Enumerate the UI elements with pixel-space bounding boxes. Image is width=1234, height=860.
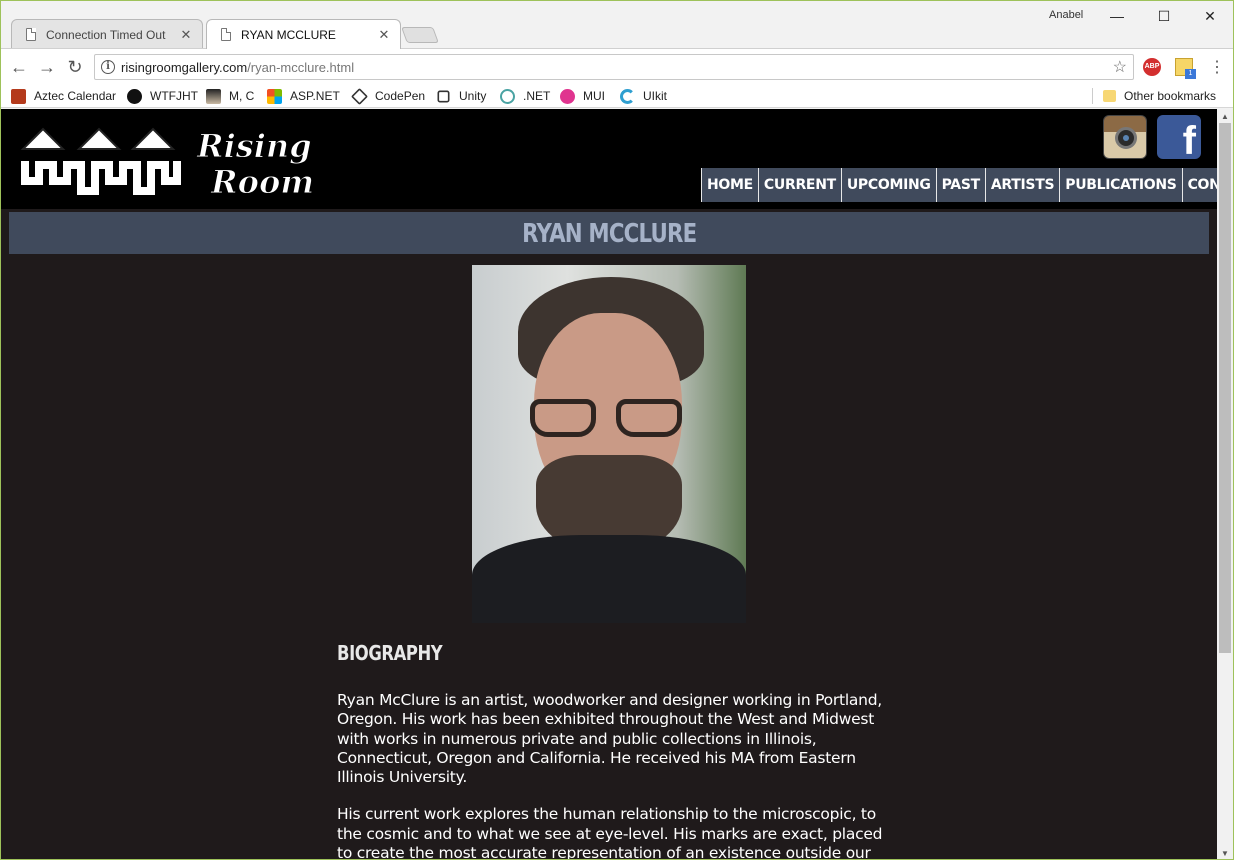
reload-icon[interactable]: ↻ bbox=[63, 55, 87, 79]
bookmark-mui[interactable]: MUI bbox=[560, 87, 605, 105]
bookmark-label: M, C bbox=[229, 89, 255, 103]
browser-toolbar: ← → ↻ i risingroomgallery.com/ryan-mcclu… bbox=[1, 48, 1233, 84]
page-icon bbox=[221, 28, 231, 41]
bookmark-label: .NET bbox=[523, 89, 551, 103]
bookmark-label: WTFJHT bbox=[150, 89, 198, 103]
bookmark-wtfjht[interactable]: WTFJHT bbox=[127, 87, 198, 105]
folder-icon bbox=[1103, 90, 1116, 102]
nav-past[interactable]: PAST bbox=[935, 168, 985, 202]
logo-word-rising: Rising bbox=[196, 127, 312, 165]
bookmark-codepen[interactable]: CodePen bbox=[351, 87, 426, 105]
minimize-icon[interactable]: — bbox=[1102, 5, 1132, 27]
dotnet-icon bbox=[500, 88, 515, 104]
nav-artists[interactable]: ARTISTS bbox=[984, 168, 1060, 202]
bookmarks-separator bbox=[1092, 88, 1093, 104]
rising-room-wordmark[interactable]: Rising Room bbox=[191, 119, 321, 209]
biography-heading: BIOGRAPHY bbox=[337, 641, 443, 665]
mc-icon bbox=[206, 88, 221, 104]
logo-word-room: Room bbox=[210, 163, 314, 201]
biography-paragraph-1: Ryan McClure is an artist, woodworker an… bbox=[337, 691, 882, 787]
uikit-icon bbox=[620, 88, 635, 104]
bookmark-label: UIkit bbox=[643, 89, 667, 103]
back-icon[interactable]: ← bbox=[7, 55, 31, 79]
tab-label: RYAN MCCLURE bbox=[241, 27, 336, 42]
tab-ryan-mcclure[interactable]: RYAN MCCLURE ✕ bbox=[206, 19, 401, 49]
url-text[interactable]: risingroomgallery.com/ryan-mcclure.html bbox=[121, 60, 354, 75]
facebook-icon[interactable]: f bbox=[1157, 115, 1201, 159]
nav-contact[interactable]: CONTACT bbox=[1181, 168, 1217, 202]
url-host: risingroomgallery.com bbox=[121, 60, 248, 75]
bookmark-uikit[interactable]: UIkit bbox=[620, 87, 667, 105]
extension-badge: 1 bbox=[1185, 69, 1196, 79]
scroll-down-icon[interactable]: ▼ bbox=[1221, 849, 1229, 858]
bookmark-label: CodePen bbox=[375, 89, 426, 103]
forward-icon[interactable]: → bbox=[35, 55, 59, 79]
biography-paragraph-2: His current work explores the human rela… bbox=[337, 805, 883, 860]
nav-publications[interactable]: PUBLICATIONS bbox=[1059, 168, 1182, 202]
bookmark-dotnet[interactable]: .NET bbox=[500, 87, 550, 105]
artist-portrait bbox=[472, 265, 746, 623]
other-bookmarks-label: Other bookmarks bbox=[1124, 89, 1217, 103]
page-title-band: RYAN MCCLURE bbox=[9, 212, 1209, 254]
tab-label: Connection Timed Out bbox=[46, 27, 166, 42]
bookmark-aztec-calendar[interactable]: Aztec Calendar bbox=[11, 87, 116, 105]
nav-current[interactable]: CURRENT bbox=[757, 168, 841, 202]
codepen-icon bbox=[351, 87, 368, 105]
portrait-glasses bbox=[530, 399, 688, 439]
bookmark-star-icon[interactable]: ☆ bbox=[1113, 57, 1127, 77]
profile-name[interactable]: Anabel bbox=[1049, 9, 1083, 21]
bookmark-label: MUI bbox=[583, 89, 605, 103]
tab-connection-timed-out[interactable]: Connection Timed Out ✕ bbox=[11, 19, 203, 49]
aztec-calendar-icon bbox=[11, 88, 26, 104]
adblock-icon[interactable]: ABP bbox=[1143, 58, 1161, 76]
extension-icon[interactable]: 1 bbox=[1175, 58, 1196, 79]
mui-icon bbox=[560, 88, 575, 104]
site-header: Rising Room f HOME CURRENT UPCOMING PAST… bbox=[1, 109, 1217, 209]
page-title: RYAN MCCLURE bbox=[521, 219, 697, 249]
biography-section: BIOGRAPHY Ryan McClure is an artist, woo… bbox=[337, 641, 897, 860]
camera-lens bbox=[1115, 127, 1137, 149]
rising-room-logo-icon[interactable] bbox=[19, 121, 184, 207]
bookmark-aspnet[interactable]: ASP.NET bbox=[267, 87, 340, 105]
portrait-shirt bbox=[472, 535, 746, 623]
bookmark-label: Unity bbox=[459, 89, 487, 103]
close-tab-icon[interactable]: ✕ bbox=[176, 27, 196, 43]
instagram-icon[interactable] bbox=[1103, 115, 1147, 159]
browser-window: Connection Timed Out ✕ RYAN MCCLURE ✕ An… bbox=[0, 0, 1234, 860]
page-icon bbox=[26, 28, 36, 41]
unity-icon bbox=[437, 90, 450, 102]
bookmark-label: ASP.NET bbox=[290, 89, 340, 103]
menu-icon[interactable]: ⋮ bbox=[1209, 57, 1225, 77]
page-viewport: Rising Room f HOME CURRENT UPCOMING PAST… bbox=[1, 109, 1217, 860]
maximize-icon[interactable]: ☐ bbox=[1149, 5, 1179, 27]
bookmark-label: Aztec Calendar bbox=[34, 89, 117, 103]
url-path: /ryan-mcclure.html bbox=[247, 60, 355, 75]
windows-logo-icon bbox=[267, 88, 282, 104]
other-bookmarks[interactable]: Other bookmarks bbox=[1103, 87, 1216, 105]
page-scrollbar[interactable]: ▲ ▼ bbox=[1217, 109, 1233, 859]
close-tab-icon[interactable]: ✕ bbox=[374, 27, 394, 43]
info-icon[interactable]: i bbox=[101, 60, 115, 74]
bookmarks-bar: Aztec Calendar WTFJHT M, C ASP.NET CodeP… bbox=[1, 84, 1233, 108]
address-bar[interactable]: i risingroomgallery.com/ryan-mcclure.htm… bbox=[94, 54, 1134, 80]
bookmark-unity[interactable]: Unity bbox=[436, 87, 486, 105]
new-tab-button[interactable] bbox=[401, 27, 439, 43]
tab-strip: Connection Timed Out ✕ RYAN MCCLURE ✕ An… bbox=[1, 1, 1233, 49]
scrollbar-thumb[interactable] bbox=[1219, 123, 1231, 653]
nav-upcoming[interactable]: UPCOMING bbox=[840, 168, 936, 202]
close-window-icon[interactable]: ✕ bbox=[1195, 5, 1225, 27]
wtfjht-icon bbox=[127, 88, 142, 104]
main-nav: HOME CURRENT UPCOMING PAST ARTISTS PUBLI… bbox=[701, 168, 1217, 202]
nav-home[interactable]: HOME bbox=[701, 168, 758, 202]
bookmark-mc[interactable]: M, C bbox=[206, 87, 254, 105]
scroll-up-icon[interactable]: ▲ bbox=[1221, 112, 1229, 121]
